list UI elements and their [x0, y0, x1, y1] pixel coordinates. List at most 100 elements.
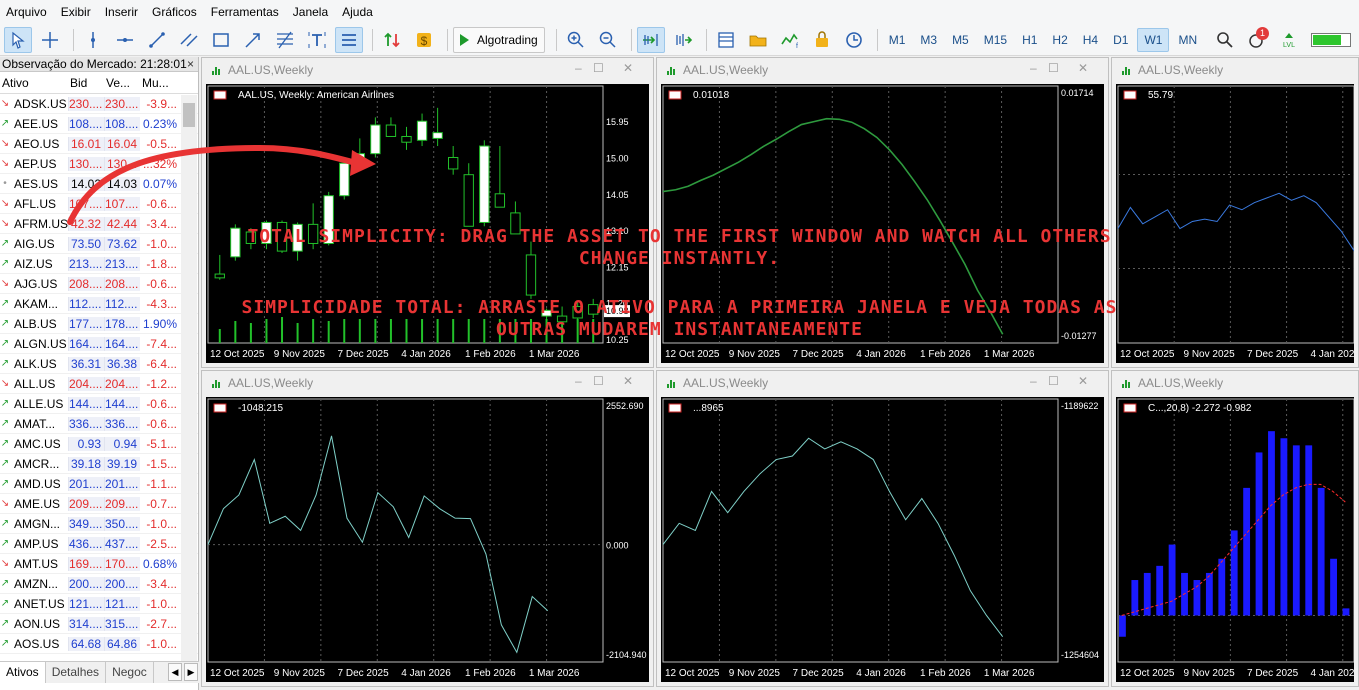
timeframe-h4-button[interactable]: H4: [1077, 28, 1104, 52]
notifications-button[interactable]: 1: [1243, 26, 1271, 53]
symbol-cell[interactable]: ↗ AMGN...: [0, 517, 68, 531]
crosshair-tool-button[interactable]: [36, 27, 64, 53]
column-header-change[interactable]: Mu...: [140, 76, 180, 90]
auto-scroll-button[interactable]: [636, 26, 665, 53]
rectangle-button[interactable]: [207, 27, 235, 53]
zoom-out-button[interactable]: [594, 27, 622, 53]
symbol-cell[interactable]: ↗ AMC.US: [0, 437, 68, 451]
chart-title-bar[interactable]: AAL.US,Weekly: [202, 58, 653, 82]
chart-shift-button[interactable]: [669, 27, 697, 53]
trade-button[interactable]: $: [410, 27, 438, 53]
symbol-cell[interactable]: • AES.US: [0, 177, 68, 191]
symbol-cell[interactable]: ↗ AMZN...: [0, 577, 68, 591]
market-watch-row[interactable]: ↗ AON.US 314.... 315.... -2.7...: [0, 614, 198, 634]
minimize-icon[interactable]: –: [1030, 61, 1037, 75]
timeframe-d1-button[interactable]: D1: [1107, 28, 1134, 52]
chart-title-bar[interactable]: AAL.US,Weekly: [1112, 58, 1358, 82]
close-icon[interactable]: ×: [187, 57, 194, 72]
symbol-cell[interactable]: ↘ AEP.US: [0, 157, 68, 171]
chart-canvas[interactable]: 12 Oct 2025 9 Nov 2025 7 Dec 2025 4 Jan 202…: [206, 397, 649, 682]
scrollbar-thumb[interactable]: [183, 103, 195, 127]
tab-trading[interactable]: Negoc: [106, 662, 154, 683]
market-watch-row[interactable]: ↘ ALL.US 204.... 204.... -1.2...: [0, 374, 198, 394]
symbol-cell[interactable]: ↗ ALLE.US: [0, 397, 68, 411]
minimize-icon[interactable]: –: [1030, 374, 1037, 388]
chart-window-4[interactable]: AAL.US,Weekly – ☐ ✕ 12 Oct 2025 9 Nov 2025 7 D…: [201, 370, 654, 687]
close-icon[interactable]: ✕: [1078, 61, 1088, 75]
timeframe-h1-button[interactable]: H1: [1016, 28, 1043, 52]
zoom-in-button[interactable]: [562, 27, 590, 53]
symbol-cell[interactable]: ↘ AJG.US: [0, 277, 68, 291]
timeframe-m1-button[interactable]: M1: [883, 28, 912, 52]
text-tool-button[interactable]: [303, 27, 331, 53]
market-watch-row[interactable]: ↘ AEP.US 130.... 130... ...32%: [0, 154, 198, 174]
market-watch-row[interactable]: ↘ AME.US 209.... 209.... -0.7...: [0, 494, 198, 514]
market-watch-row[interactable]: ↗ AMZN... 200.... 200.... -3.4...: [0, 574, 198, 594]
market-watch-row[interactable]: ↘ ADSK.US 230.... 230.... -3.9...: [0, 94, 198, 114]
chart-window-5[interactable]: AAL.US,Weekly – ☐ ✕ 12 Oct 2025 9 Nov 2025 7 D…: [656, 370, 1109, 687]
symbol-cell[interactable]: ↘ ADSK.US: [0, 97, 68, 111]
vertical-scrollbar[interactable]: [181, 95, 197, 661]
market-watch-toggle-button[interactable]: [712, 27, 740, 53]
symbol-cell[interactable]: ↘ AFL.US: [0, 197, 68, 211]
market-watch-row[interactable]: • AES.US 14.02 14.03 0.07%: [0, 174, 198, 194]
timeframe-m5-button[interactable]: M5: [946, 28, 975, 52]
trendline-button[interactable]: [143, 27, 171, 53]
timeframe-h2-button[interactable]: H2: [1046, 28, 1073, 52]
symbol-cell[interactable]: ↗ AMAT...: [0, 417, 68, 431]
market-watch-row[interactable]: ↗ AMGN... 349.... 350.... -1.0...: [0, 514, 198, 534]
close-icon[interactable]: ✕: [623, 374, 633, 388]
tab-next-arrow-icon[interactable]: ▶: [184, 663, 198, 681]
tab-symbols[interactable]: Ativos: [0, 662, 46, 683]
menu-item-4[interactable]: Ferramentas: [211, 5, 290, 19]
market-watch-row[interactable]: ↘ AFL.US 107.... 107.... -0.6...: [0, 194, 198, 214]
one-click-trading-button[interactable]: [378, 27, 406, 53]
horizontal-line-button[interactable]: [111, 27, 139, 53]
symbol-cell[interactable]: ↘ ALL.US: [0, 377, 68, 391]
search-button[interactable]: [1211, 27, 1239, 53]
market-watch-row[interactable]: ↗ ALK.US 36.31 36.38 -6.4...: [0, 354, 198, 374]
market-watch-row[interactable]: ↗ AMCR... 39.18 39.19 -1.5...: [0, 454, 198, 474]
maximize-icon[interactable]: ☐: [593, 374, 604, 388]
timeframe-mn-button[interactable]: MN: [1172, 28, 1203, 52]
market-watch-row[interactable]: ↗ ALLE.US 144.... 144.... -0.6...: [0, 394, 198, 414]
close-icon[interactable]: ✕: [1078, 374, 1088, 388]
cursor-tool-button[interactable]: [4, 26, 32, 53]
symbol-cell[interactable]: ↗ AON.US: [0, 617, 68, 631]
minimize-icon[interactable]: –: [575, 374, 582, 388]
symbol-cell[interactable]: ↘ AMT.US: [0, 557, 68, 571]
market-watch-row[interactable]: ↘ AMT.US 169.... 170.... 0.68%: [0, 554, 198, 574]
chart-title-bar[interactable]: AAL.US,Weekly: [657, 371, 1108, 395]
market-watch-row[interactable]: ↗ AMP.US 436.... 437.... -2.5...: [0, 534, 198, 554]
fibonacci-button[interactable]: [271, 27, 299, 53]
menu-item-3[interactable]: Gráficos: [152, 5, 208, 19]
symbol-cell[interactable]: ↗ AOS.US: [0, 637, 68, 651]
market-watch-row[interactable]: ↗ ANET.US 121.... 121.... -1.0...: [0, 594, 198, 614]
objects-list-button[interactable]: [335, 26, 363, 53]
market-watch-row[interactable]: ↘ AEO.US 16.01 16.04 -0.5...: [0, 134, 198, 154]
market-watch-row[interactable]: ↗ AOS.US 64.68 64.86 -1.0...: [0, 634, 198, 654]
timeframe-m15-button[interactable]: M15: [978, 28, 1013, 52]
maximize-icon[interactable]: ☐: [593, 61, 604, 75]
signals-button[interactable]: [808, 27, 836, 53]
menu-item-1[interactable]: Exibir: [61, 5, 102, 19]
symbol-cell[interactable]: ↗ AMCR...: [0, 457, 68, 471]
symbol-cell[interactable]: ↗ AMP.US: [0, 537, 68, 551]
tab-details[interactable]: Detalhes: [46, 662, 107, 683]
column-header-symbol[interactable]: Ativo: [0, 76, 68, 90]
column-header-bid[interactable]: Bid: [68, 76, 104, 90]
algotrading-button[interactable]: Algotrading: [453, 26, 545, 53]
indicators-button[interactable]: f: [776, 27, 804, 53]
market-watch-row[interactable]: ↗ AMAT... 336.... 336.... -0.6...: [0, 414, 198, 434]
symbol-cell[interactable]: ↗ ANET.US: [0, 597, 68, 611]
timeframe-w1-button[interactable]: W1: [1137, 27, 1170, 52]
timeframe-m3-button[interactable]: M3: [914, 28, 943, 52]
symbol-cell[interactable]: ↘ AME.US: [0, 497, 68, 511]
symbol-cell[interactable]: ↗ AEE.US: [0, 117, 68, 131]
menu-item-0[interactable]: Arquivo: [6, 5, 58, 19]
market-watch-row[interactable]: ↘ AJG.US 208.... 208.... -0.6...: [0, 274, 198, 294]
chart-title-bar[interactable]: AAL.US,Weekly: [657, 58, 1108, 82]
chart-window-6[interactable]: AAL.US,Weekly 12 Oct 2025 9 Nov 2025 7 Dec …: [1111, 370, 1359, 687]
signal-level-button[interactable]: LVL: [1275, 27, 1303, 53]
chart-canvas[interactable]: 12 Oct 2025 9 Nov 2025 7 Dec 2025 4 Jan 202…: [661, 397, 1104, 682]
